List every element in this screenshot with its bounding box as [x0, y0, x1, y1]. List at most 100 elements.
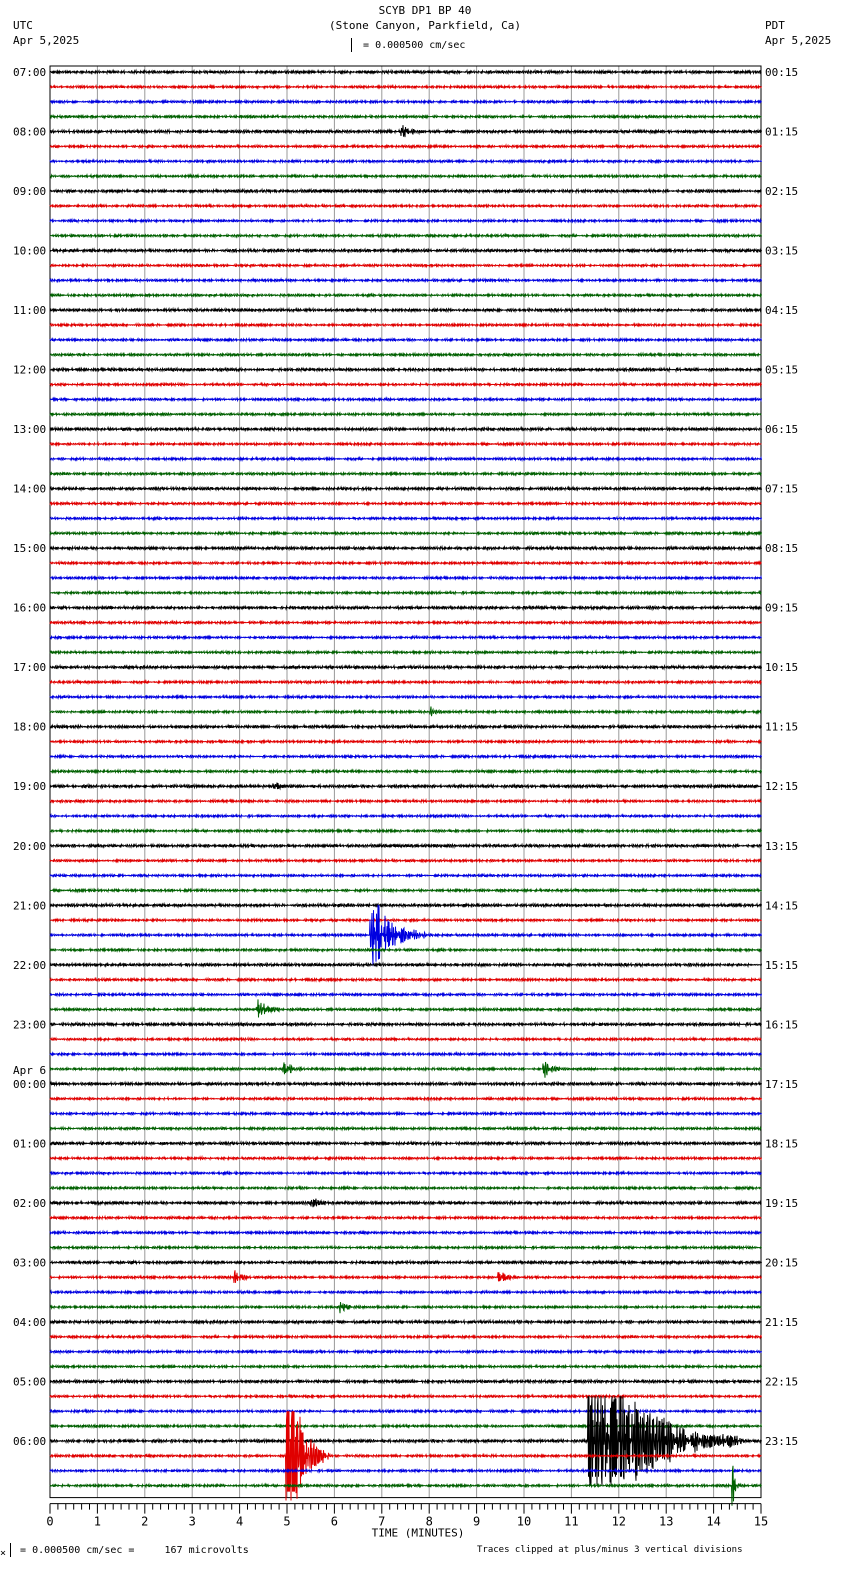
seismic-trace — [49, 946, 762, 954]
pdt-hour-label: 20:15 — [765, 1256, 798, 1269]
utc-hour-label: 14:00 — [13, 483, 46, 496]
seismic-trace — [49, 217, 762, 225]
utc-hour-label: 20:00 — [13, 840, 46, 853]
seismic-trace — [49, 574, 762, 582]
clip-note: Traces clipped at plus/minus 3 vertical … — [477, 1545, 743, 1555]
seismic-trace — [49, 1035, 762, 1043]
pdt-hour-label: 16:15 — [765, 1018, 798, 1031]
seismic-trace — [49, 98, 762, 105]
seismic-trace — [49, 961, 762, 969]
seismic-trace — [49, 738, 762, 745]
x-tick-label: 11 — [564, 1515, 578, 1529]
seismic-trace — [49, 530, 762, 537]
seismic-trace — [49, 1467, 762, 1474]
pdt-hour-label: 02:15 — [765, 185, 798, 198]
seismic-trace — [49, 500, 762, 507]
pdt-hour-label: 04:15 — [765, 304, 798, 317]
seismic-trace — [49, 1020, 762, 1028]
seismic-trace — [49, 706, 762, 717]
pdt-hour-label: 06:15 — [765, 423, 798, 436]
x-tick-label: 13 — [659, 1515, 673, 1529]
pdt-hour-label: 08:15 — [765, 542, 798, 555]
x-tick-label: 14 — [706, 1515, 720, 1529]
seismic-trace — [49, 663, 762, 671]
pdt-hour-label: 18:15 — [765, 1137, 798, 1150]
seismic-trace — [49, 366, 762, 374]
utc-hour-label: 03:00 — [13, 1256, 46, 1269]
seismic-trace — [49, 172, 762, 180]
seismic-trace — [49, 262, 762, 269]
seismic-trace — [49, 693, 762, 701]
x-tick-label: 10 — [517, 1515, 531, 1529]
utc-hour-label: 15:00 — [13, 542, 46, 555]
pdt-hour-label: 03:15 — [765, 245, 798, 258]
utc-hour-label: 06:00 — [13, 1435, 46, 1448]
seismic-trace — [49, 1377, 762, 1385]
x-tick-label: 6 — [331, 1515, 338, 1529]
seismic-trace — [49, 887, 762, 894]
seismic-trace — [49, 1363, 762, 1370]
pdt-hour-label: 12:15 — [765, 780, 798, 793]
x-tick-label: 2 — [141, 1515, 148, 1529]
utc-hour-label: 10:00 — [13, 245, 46, 258]
footer-marker: × — [0, 1548, 7, 1559]
seismic-trace — [49, 247, 762, 255]
seismic-trace — [49, 976, 762, 983]
x-tick-label: 12 — [612, 1515, 626, 1529]
seismic-trace — [49, 1229, 762, 1236]
utc-hour-label: 21:00 — [13, 899, 46, 912]
seismic-trace — [49, 1289, 762, 1296]
seismic-trace — [49, 291, 762, 299]
seismic-trace — [49, 143, 762, 150]
pdt-hour-label: 17:15 — [765, 1078, 798, 1091]
footer-scale: = 0.000500 cm/sec = 167 microvolts — [10, 1543, 249, 1557]
seismic-trace — [49, 768, 762, 775]
x-tick-label: 5 — [283, 1515, 290, 1529]
seismic-trace — [49, 470, 762, 478]
seismic-trace — [49, 277, 762, 284]
utc-hour-label: 19:00 — [13, 780, 46, 793]
seismic-trace — [49, 999, 762, 1018]
seismic-trace — [49, 1154, 762, 1162]
seismic-trace — [49, 559, 762, 567]
utc-hour-label: 04:00 — [13, 1316, 46, 1329]
seismic-trace — [49, 321, 762, 329]
seismic-trace — [49, 1270, 762, 1283]
seismic-trace — [49, 1408, 762, 1415]
pdt-hour-label: 01:15 — [765, 126, 798, 139]
utc-hour-label: 11:00 — [13, 304, 46, 317]
seismic-trace — [49, 1302, 762, 1314]
seismic-trace — [49, 916, 762, 924]
utc-hour-label: 17:00 — [13, 661, 46, 674]
pdt-hour-label: 09:15 — [765, 602, 798, 615]
seismic-trace — [49, 113, 762, 120]
x-axis-label: TIME (MINUTES) — [372, 1527, 465, 1540]
seismic-trace — [49, 904, 762, 967]
utc-hour-label: 12:00 — [13, 364, 46, 377]
seismic-trace — [49, 544, 762, 552]
utc-hour-label: 05:00 — [13, 1375, 46, 1388]
seismic-trace — [49, 678, 762, 686]
seismic-trace — [49, 991, 762, 998]
seismic-trace — [49, 1061, 762, 1078]
seismic-trace — [49, 202, 762, 210]
seismic-trace — [49, 1050, 762, 1058]
pdt-hour-label: 15:15 — [765, 959, 798, 972]
utc-hour-label: 16:00 — [13, 602, 46, 615]
seismic-trace — [49, 1095, 762, 1102]
utc-hour-label: 22:00 — [13, 959, 46, 972]
seismic-trace — [49, 68, 762, 76]
seismic-trace — [49, 649, 762, 656]
seismic-trace — [49, 515, 762, 522]
seismic-trace — [49, 753, 762, 760]
pdt-hour-label: 11:15 — [765, 721, 798, 734]
seismic-trace — [49, 872, 762, 879]
x-tick-label: 15 — [754, 1515, 768, 1529]
seismic-trace — [49, 1184, 762, 1192]
seismic-trace — [49, 619, 762, 626]
x-tick-label: 0 — [46, 1515, 53, 1529]
scale-bar-icon — [10, 1543, 14, 1557]
seismic-trace — [49, 1198, 762, 1208]
seismic-trace — [49, 1214, 762, 1221]
pdt-hour-label: 21:15 — [765, 1316, 798, 1329]
